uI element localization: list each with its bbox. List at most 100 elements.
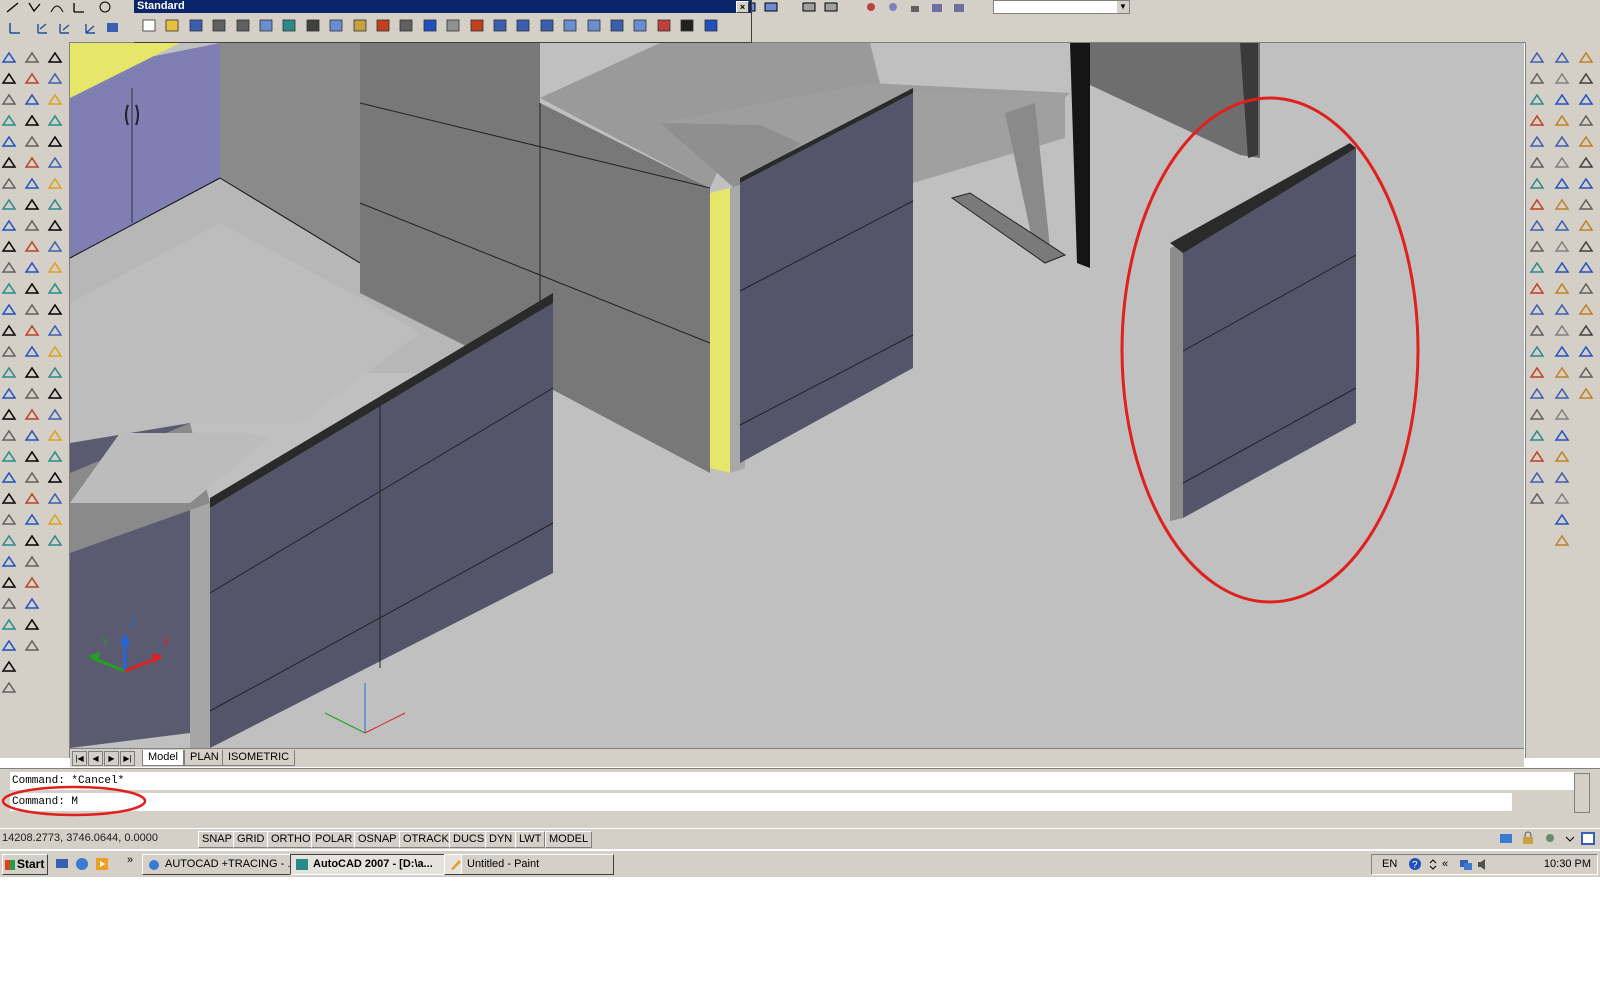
new-icon[interactable] — [140, 18, 158, 34]
modify-tool-3-icon[interactable] — [23, 92, 41, 108]
view-tool-18-icon[interactable] — [1528, 407, 1546, 423]
modify-tool-28-icon[interactable] — [23, 617, 41, 633]
copy-icon[interactable] — [327, 18, 345, 34]
draw-tool-10-icon[interactable] — [0, 239, 18, 255]
view-tool-1-icon[interactable] — [1528, 50, 1546, 66]
annotate-tool-6-icon[interactable] — [46, 155, 64, 171]
annotate-tool-5-icon[interactable] — [46, 134, 64, 150]
3d-dwf-icon[interactable] — [280, 18, 298, 34]
view-tool-8-icon[interactable] — [1528, 197, 1546, 213]
view-tool-2-icon[interactable] — [1528, 71, 1546, 87]
tab-isometric[interactable]: ISOMETRIC — [222, 750, 296, 766]
tray-scroll-icon[interactable] — [1428, 857, 1438, 872]
view-tool-17-icon[interactable] — [1528, 386, 1546, 402]
modify-tool-16-icon[interactable] — [23, 365, 41, 381]
network-icon[interactable] — [1458, 857, 1473, 872]
command-input[interactable]: Command: M — [10, 793, 1512, 811]
annotate-tool-8-icon[interactable] — [46, 197, 64, 213]
layer-manager-icon[interactable] — [800, 0, 818, 16]
annotate-tool-20-icon[interactable] — [46, 449, 64, 465]
solids-tool-2-icon[interactable] — [1553, 71, 1571, 87]
render-tool-6-icon[interactable] — [1577, 155, 1595, 171]
publish-icon[interactable] — [257, 18, 275, 34]
modify-tool-21-icon[interactable] — [23, 470, 41, 486]
render-tool-5-icon[interactable] — [1577, 134, 1595, 150]
ucs-previous-icon[interactable] — [34, 20, 52, 36]
start-button[interactable]: Start — [2, 854, 48, 875]
modify-tool-22-icon[interactable] — [23, 491, 41, 507]
view-tool-4-icon[interactable] — [1528, 113, 1546, 129]
solids-tool-23-icon[interactable] — [1553, 512, 1571, 528]
modify-tool-7-icon[interactable] — [23, 176, 41, 192]
annotate-tool-19-icon[interactable] — [46, 428, 64, 444]
render-tool-8-icon[interactable] — [1577, 197, 1595, 213]
modify-tool-9-icon[interactable] — [23, 218, 41, 234]
zoom-realtime-icon[interactable] — [491, 18, 509, 34]
tab-model[interactable]: Model — [142, 750, 184, 766]
solids-tool-21-icon[interactable] — [1553, 470, 1571, 486]
draw-tool-5-icon[interactable] — [0, 134, 18, 150]
annotate-tool-14-icon[interactable] — [46, 323, 64, 339]
solids-tool-20-icon[interactable] — [1553, 449, 1571, 465]
draw-tool-27-icon[interactable] — [0, 596, 18, 612]
annotate-tool-4-icon[interactable] — [46, 113, 64, 129]
view-tool-11-icon[interactable] — [1528, 260, 1546, 276]
modify-tool-17-icon[interactable] — [23, 386, 41, 402]
draw-tool-7-icon[interactable] — [0, 176, 18, 192]
tool-palettes-icon[interactable] — [608, 18, 626, 34]
draw-tool-24-icon[interactable] — [0, 533, 18, 549]
view-tool-7-icon[interactable] — [1528, 176, 1546, 192]
solids-tool-4-icon[interactable] — [1553, 113, 1571, 129]
grid-toggle[interactable]: GRID — [233, 831, 269, 848]
solids-tool-6-icon[interactable] — [1553, 155, 1571, 171]
view-tool-10-icon[interactable] — [1528, 239, 1546, 255]
ortho-toggle[interactable]: ORTHO — [267, 831, 315, 848]
annotate-tool-22-icon[interactable] — [46, 491, 64, 507]
render-tool-2-icon[interactable] — [1577, 71, 1595, 87]
coordinate-readout[interactable]: 14208.2773, 3746.0644, 0.0000 — [2, 831, 192, 846]
design-center-icon[interactable] — [585, 18, 603, 34]
view-tool-3-icon[interactable] — [1528, 92, 1546, 108]
layer-walk-icon[interactable] — [950, 0, 968, 16]
annotate-tool-2-icon[interactable] — [46, 71, 64, 87]
annotate-tool-1-icon[interactable] — [46, 50, 64, 66]
annotate-tool-21-icon[interactable] — [46, 470, 64, 486]
view-tool-21-icon[interactable] — [1528, 470, 1546, 486]
render-tool-17-icon[interactable] — [1577, 386, 1595, 402]
draw-tool-22-icon[interactable] — [0, 491, 18, 507]
modify-tool-27-icon[interactable] — [23, 596, 41, 612]
view-tool-12-icon[interactable] — [1528, 281, 1546, 297]
markup-icon[interactable] — [655, 18, 673, 34]
layer-lock-icon[interactable] — [906, 0, 924, 16]
modify-tool-5-icon[interactable] — [23, 134, 41, 150]
drawing-viewport[interactable]: Y Z X — [70, 43, 1524, 748]
polyline-icon[interactable] — [26, 0, 44, 16]
layer-previous-icon[interactable] — [762, 0, 780, 16]
solids-tool-8-icon[interactable] — [1553, 197, 1571, 213]
annotate-tool-9-icon[interactable] — [46, 218, 64, 234]
modify-tool-13-icon[interactable] — [23, 302, 41, 318]
view-tool-16-icon[interactable] — [1528, 365, 1546, 381]
render-tool-11-icon[interactable] — [1577, 260, 1595, 276]
media-player-icon[interactable] — [94, 856, 110, 872]
modify-tool-8-icon[interactable] — [23, 197, 41, 213]
zoom-previous-icon[interactable] — [538, 18, 556, 34]
solids-tool-5-icon[interactable] — [1553, 134, 1571, 150]
solids-tool-19-icon[interactable] — [1553, 428, 1571, 444]
view-tool-20-icon[interactable] — [1528, 449, 1546, 465]
quicklaunch-overflow-icon[interactable]: » — [127, 854, 133, 866]
tab-plan[interactable]: PLAN — [184, 750, 225, 766]
layer-dropdown[interactable]: ▼ — [993, 0, 1130, 14]
annotate-tool-11-icon[interactable] — [46, 260, 64, 276]
render-tool-15-icon[interactable] — [1577, 344, 1595, 360]
annotate-tool-23-icon[interactable] — [46, 512, 64, 528]
render-tool-7-icon[interactable] — [1577, 176, 1595, 192]
solids-tool-15-icon[interactable] — [1553, 344, 1571, 360]
render-tool-16-icon[interactable] — [1577, 365, 1595, 381]
modify-tool-29-icon[interactable] — [23, 638, 41, 654]
close-icon[interactable]: × — [736, 1, 749, 13]
toolbar-title-bar[interactable]: Standard × — [134, 0, 751, 13]
draw-tool-28-icon[interactable] — [0, 617, 18, 633]
modify-tool-10-icon[interactable] — [23, 239, 41, 255]
settings-icon[interactable] — [1542, 831, 1558, 846]
